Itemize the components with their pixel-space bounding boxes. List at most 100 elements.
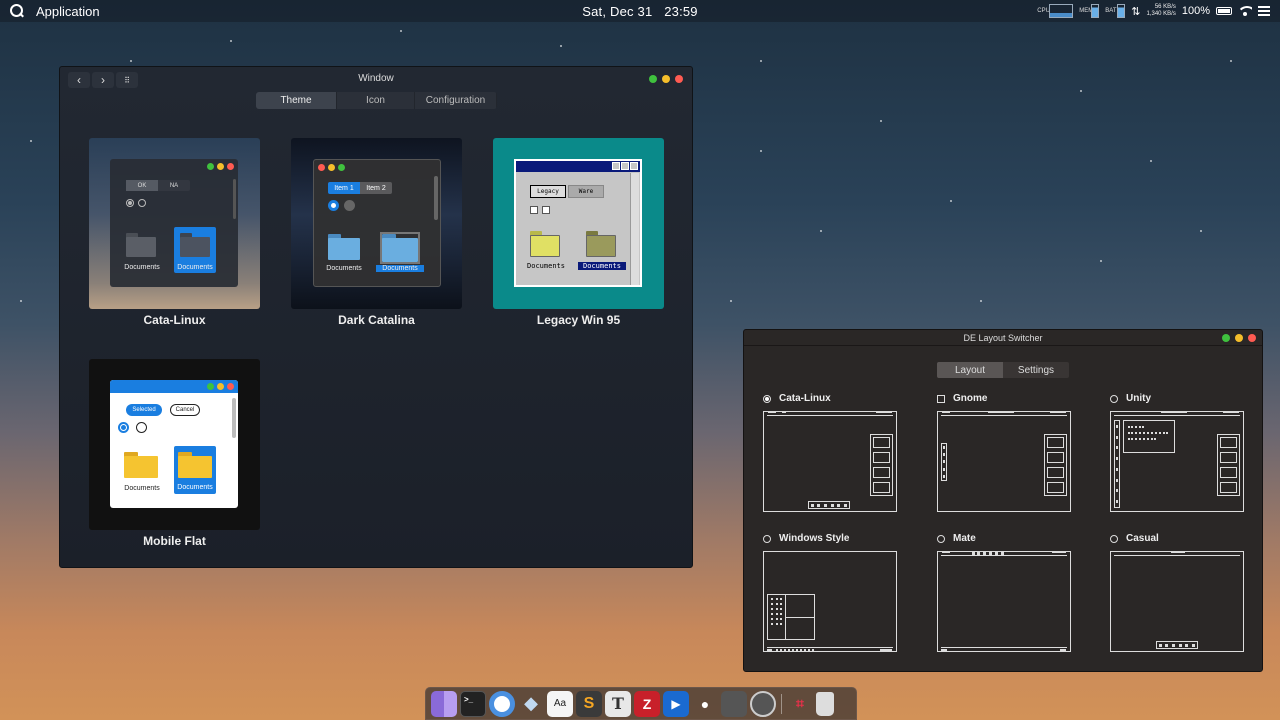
radio-on-icon <box>126 199 134 207</box>
tab-theme[interactable]: Theme <box>256 92 337 109</box>
typora-icon[interactable]: T <box>605 690 631 717</box>
checkbox-icon <box>937 394 945 403</box>
github-icon[interactable]: ● <box>692 691 718 717</box>
window-controls <box>1222 334 1256 342</box>
window-title: Window <box>358 73 394 84</box>
selected-folder: Documents <box>174 446 216 494</box>
layout-preview-unity[interactable] <box>1110 411 1244 512</box>
minimize-button[interactable] <box>662 75 670 83</box>
folder-icon <box>126 233 156 257</box>
tab-layout[interactable]: Layout <box>937 362 1003 378</box>
theme-label: Dark Catalina <box>338 313 415 327</box>
preview-selected-button: Selected <box>126 404 162 416</box>
scrollbar <box>232 398 236 438</box>
dock: >_ ◆ Aa S T Z ▶ ● ⌗ <box>425 687 857 720</box>
window-title: DE Layout Switcher <box>963 333 1043 343</box>
radio-unselected-icon <box>937 534 945 543</box>
theme-card-cata-linux[interactable]: OK NA Documents Documents <box>89 138 260 309</box>
clock-time: 23:59 <box>664 3 698 19</box>
radio-off-icon <box>344 200 355 211</box>
wifi-icon[interactable] <box>1238 6 1252 16</box>
folder-icon <box>328 234 360 260</box>
theme-label: Mobile Flat <box>143 534 206 548</box>
radio-unselected-icon <box>1110 394 1118 403</box>
layout-option-gnome[interactable]: Gnome <box>937 393 987 404</box>
radio-on-icon <box>118 422 129 433</box>
tab-icon[interactable]: Icon <box>337 92 415 109</box>
layout-preview-windows-style[interactable] <box>763 551 897 652</box>
network-speed[interactable]: 56 KB/s 1,340 KB/s <box>1147 4 1176 18</box>
preview-titlebar <box>516 161 640 172</box>
scrollbar <box>434 176 438 220</box>
search-icon[interactable] <box>10 4 24 18</box>
preview-titlebar <box>110 380 238 393</box>
layout-preview-cata-linux[interactable] <box>763 411 897 512</box>
preview-button-group: Legacy Ware <box>530 185 604 198</box>
radio-selected-icon <box>763 394 771 403</box>
chromium-icon[interactable] <box>489 690 515 717</box>
tab-bar: Theme Icon Configuration <box>256 92 497 109</box>
tab-configuration[interactable]: Configuration <box>415 92 497 109</box>
folder-icon <box>180 233 210 257</box>
de-layout-switcher-window: DE Layout Switcher Layout Settings Cata-… <box>743 329 1263 672</box>
mem-label: MEM <box>1079 8 1094 14</box>
radio-off-icon <box>138 199 146 207</box>
preview-window: OK NA Documents Documents <box>110 159 238 287</box>
theme-card-dark-catalina[interactable]: Item 1 Item 2 Documents Documents <box>291 138 462 309</box>
preview-window-controls <box>612 162 638 170</box>
checkbox-icon <box>542 206 550 214</box>
clock-date: Sat, Dec 31 <box>582 3 653 19</box>
filezilla-icon[interactable]: Z <box>634 690 660 717</box>
terminal-icon[interactable]: >_ <box>460 690 486 717</box>
clock[interactable]: Sat, Dec 31 23:59 <box>578 4 702 19</box>
layout-preview-casual[interactable] <box>1110 551 1244 652</box>
layout-option-cata-linux[interactable]: Cata-Linux <box>763 393 831 404</box>
system-settings-icon[interactable] <box>750 690 776 717</box>
menu-icon[interactable] <box>1258 6 1270 16</box>
tab-bar: Layout Settings <box>937 362 1069 378</box>
radio-on-icon <box>328 200 339 211</box>
screenshot-crop-icon[interactable]: ⌗ <box>787 691 813 717</box>
preview-window: Legacy Ware Documents Documents <box>514 159 642 287</box>
scrollbar <box>630 173 639 285</box>
sublime-text-icon[interactable]: S <box>576 690 602 717</box>
app-menu[interactable]: Application <box>36 4 100 19</box>
theme-card-legacy-win-95[interactable]: Legacy Ware Documents Documents <box>493 138 664 309</box>
layout-option-windows-style[interactable]: Windows Style <box>763 533 849 544</box>
trash-icon[interactable] <box>816 691 834 716</box>
network-arrows-icon: ⇅ <box>1131 5 1141 18</box>
preview-window: Selected Cancel Documents Documents <box>110 380 238 508</box>
layout-preview-gnome[interactable] <box>937 411 1071 512</box>
radio-unselected-icon <box>1110 534 1118 543</box>
cpu-graph[interactable] <box>1049 4 1074 18</box>
video-editor-icon[interactable]: ▶ <box>663 690 689 717</box>
mem-graph[interactable] <box>1091 4 1100 18</box>
layout-option-mate[interactable]: Mate <box>937 533 976 544</box>
finder-icon[interactable] <box>431 690 457 717</box>
preview-button-group: OK NA <box>126 180 190 191</box>
battery-icon[interactable] <box>1216 7 1232 15</box>
window-titlebar[interactable]: ‹ › ⠿ Window <box>60 67 692 91</box>
close-button[interactable] <box>675 75 683 83</box>
sketch-icon[interactable]: ◆ <box>518 691 544 717</box>
font-book-icon[interactable]: Aa <box>547 690 573 717</box>
dock-preview <box>870 434 893 496</box>
theme-card-mobile-flat[interactable]: Selected Cancel Documents Documents <box>89 359 260 530</box>
theme-label: Legacy Win 95 <box>536 313 621 327</box>
scrollbar <box>233 179 236 219</box>
preview-cancel-button: Cancel <box>170 404 200 416</box>
maximize-button[interactable] <box>649 75 657 83</box>
net-down: 1,340 KB/s <box>1146 11 1176 17</box>
battery-percent[interactable]: 100% <box>1182 5 1210 17</box>
minimize-button[interactable] <box>1235 334 1243 342</box>
maximize-button[interactable] <box>1222 334 1230 342</box>
layout-option-unity[interactable]: Unity <box>1110 393 1151 404</box>
calculator-icon[interactable] <box>721 690 747 717</box>
folder-icon <box>586 231 616 257</box>
preview-window-controls <box>318 164 345 171</box>
close-button[interactable] <box>1248 334 1256 342</box>
tab-settings[interactable]: Settings <box>1003 362 1069 378</box>
layout-preview-mate[interactable] <box>937 551 1071 652</box>
layout-option-casual[interactable]: Casual <box>1110 533 1159 544</box>
bat-graph[interactable] <box>1117 4 1126 18</box>
